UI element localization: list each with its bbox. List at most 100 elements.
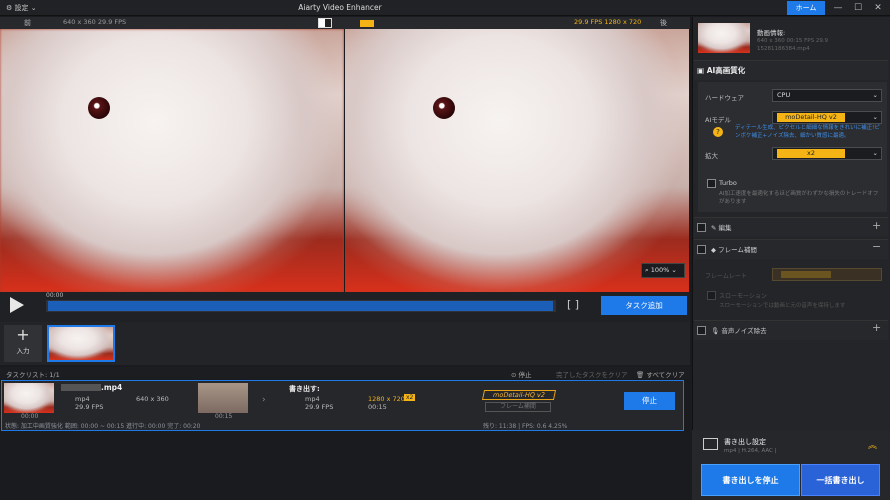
info-label: 動画情報:	[757, 29, 786, 37]
edit-title: ✎ 編集	[711, 222, 732, 232]
chevron-down-icon: ⌄	[872, 149, 878, 157]
double-chevron-up-icon[interactable]: ︽	[868, 438, 877, 451]
minimize-icon[interactable]: —	[828, 1, 848, 15]
zoom-control[interactable]: ⌕ 100% ⌄	[641, 263, 685, 278]
after-info: 29.9 FPS 1280 x 720	[574, 18, 642, 26]
task-time-in: 00:00	[21, 413, 39, 420]
input-label: 入力	[16, 347, 30, 355]
zoom-value: 100%	[650, 266, 670, 274]
pencil-icon: ✎	[711, 224, 719, 232]
expand-icon[interactable]: +	[872, 321, 881, 334]
filename-redacted	[61, 384, 101, 391]
turbo-description: AI加工速度を最適化するほど画質がわずかな損失のトレードオフがあります	[719, 191, 879, 205]
stop-export-button[interactable]: 書き出しを停止	[701, 464, 800, 496]
window-title: Aiarty Video Enhancer	[298, 3, 382, 12]
stop-all-label: 停止	[518, 371, 532, 379]
frame-title: ◆ フレーム補間	[711, 244, 757, 254]
plus-icon: +	[16, 325, 30, 344]
export-label: 書き出す:	[289, 385, 320, 393]
model-label: AIモデル	[705, 116, 731, 124]
task-thumbnail	[4, 383, 54, 413]
scale-label: 拡大	[705, 152, 718, 160]
model-select[interactable]: moDetail-HQ v2 ⌄	[772, 111, 882, 124]
turbo-checkbox[interactable]	[707, 179, 716, 188]
task-filename: .mp4	[101, 383, 123, 392]
slowmo-checkbox[interactable]	[707, 291, 716, 300]
export-format: mp4 | H.264, AAC |	[724, 448, 777, 454]
stop-all-link[interactable]: ⊙ 停止	[511, 369, 532, 379]
help-icon[interactable]: ?	[713, 127, 723, 137]
status-line: 状態: 加工中画質強化 範囲: 00:00 ~ 00:15 進行中: 00:00…	[1, 420, 684, 430]
rabbit-eye	[433, 97, 455, 119]
input-button[interactable]: + 入力	[4, 325, 42, 362]
frame-rate-label: フレームレート	[705, 273, 747, 280]
play-icon[interactable]	[10, 297, 24, 313]
denoise-checkbox[interactable]	[697, 326, 706, 335]
chevron-down-icon: ⌄	[872, 91, 878, 99]
time-label: 00:00	[46, 292, 64, 299]
out-format: mp4	[305, 395, 320, 403]
before-video	[0, 29, 344, 292]
home-button[interactable]: ホーム	[787, 1, 825, 15]
out-res: 1280 x 720	[368, 395, 405, 403]
slowmo-label: スローモーション	[719, 293, 767, 300]
ai-icon: ▣	[697, 66, 707, 75]
task-fps-in: 29.9 FPS	[75, 403, 104, 411]
out-scale-badge: x2	[404, 394, 416, 401]
batch-export-button[interactable]: 一括書き出し	[801, 464, 880, 496]
side-by-side-icon[interactable]	[360, 20, 374, 27]
rabbit-eye	[88, 97, 110, 119]
out-time: 00:15	[368, 403, 387, 411]
frame-rate-select[interactable]	[772, 268, 882, 281]
info-line1: 640 x 360 00:15 FPS 29.9	[757, 38, 829, 44]
chevron-right-icon: ›	[262, 395, 266, 405]
ai-section-title: ▣ AI高画質化	[697, 65, 745, 76]
tasklist-title: タスクリスト: 1/1	[6, 371, 60, 379]
close-icon[interactable]: ✕	[868, 1, 888, 15]
model-value: moDetail-HQ v2	[777, 113, 845, 122]
frame-rate-value-bar	[781, 271, 831, 278]
scale-select[interactable]: x2 ⌄	[772, 147, 882, 160]
status-right: 残り: 11:38 | FPS: 0.6 4.25%	[483, 423, 568, 430]
before-info: 640 x 360 29.9 FPS	[63, 18, 127, 26]
scale-value: x2	[777, 149, 845, 158]
out-fps: 29.9 FPS	[305, 403, 334, 411]
expand-icon[interactable]: +	[872, 219, 881, 232]
hw-value: CPU	[777, 91, 791, 99]
info-thumbnail	[698, 23, 750, 53]
trim-brackets-icon[interactable]: [ ]	[567, 298, 579, 311]
microphone-icon: 🎙	[711, 327, 722, 335]
slowmo-description: スローモーションでは動画と元の音声を保持します	[719, 303, 846, 309]
after-video	[345, 29, 689, 292]
edit-label: 編集	[718, 224, 732, 232]
hw-label: ハードウェア	[705, 94, 744, 102]
export-settings-title: 書き出し設定	[724, 438, 766, 446]
ai-title-text: AI高画質化	[706, 66, 746, 75]
hw-select[interactable]: CPU ⌄	[772, 89, 882, 102]
status-left: 状態: 加工中画質強化 範囲: 00:00 ~ 00:15 進行中: 00:00…	[5, 423, 201, 430]
task-mid-thumbnail	[198, 383, 248, 413]
model-badge: moDetail-HQ v2	[481, 390, 557, 400]
model-description: ディテール生成、ピクセルと細細な情報をきれいに補正!ピンボケ補正+ノイズ除去、細…	[735, 125, 880, 139]
clear-all-link[interactable]: 🗑 すべてクリア	[636, 369, 685, 379]
frame-label: フレーム補間	[718, 246, 757, 254]
clear-done-link[interactable]: 完了したタスクをクリア	[556, 369, 628, 379]
video-thumbnail[interactable]	[47, 325, 115, 362]
maximize-icon[interactable]: ☐	[848, 1, 868, 15]
turbo-label: Turbo	[719, 179, 737, 187]
chevron-down-icon: ⌄	[872, 113, 878, 121]
compare-mode-icon[interactable]	[318, 18, 332, 28]
frame-checkbox[interactable]	[697, 245, 706, 254]
before-label: 前	[24, 19, 31, 27]
task-stop-button[interactable]: 停止	[624, 392, 675, 410]
collapse-icon[interactable]: −	[872, 240, 881, 253]
frame-interp-badge: フレーム補間	[485, 402, 551, 412]
info-line2: 15281186384.mp4	[757, 46, 810, 52]
denoise-title: 🎙 音声ノイズ除去	[711, 325, 767, 335]
timeline-range[interactable]	[48, 301, 553, 311]
after-label: 後	[660, 19, 667, 27]
task-res-in: 640 x 360	[136, 395, 169, 403]
edit-checkbox[interactable]	[697, 223, 706, 232]
clear-done-label: 完了したタスクをクリア	[556, 371, 628, 379]
add-task-button[interactable]: タスク追加	[601, 296, 687, 315]
